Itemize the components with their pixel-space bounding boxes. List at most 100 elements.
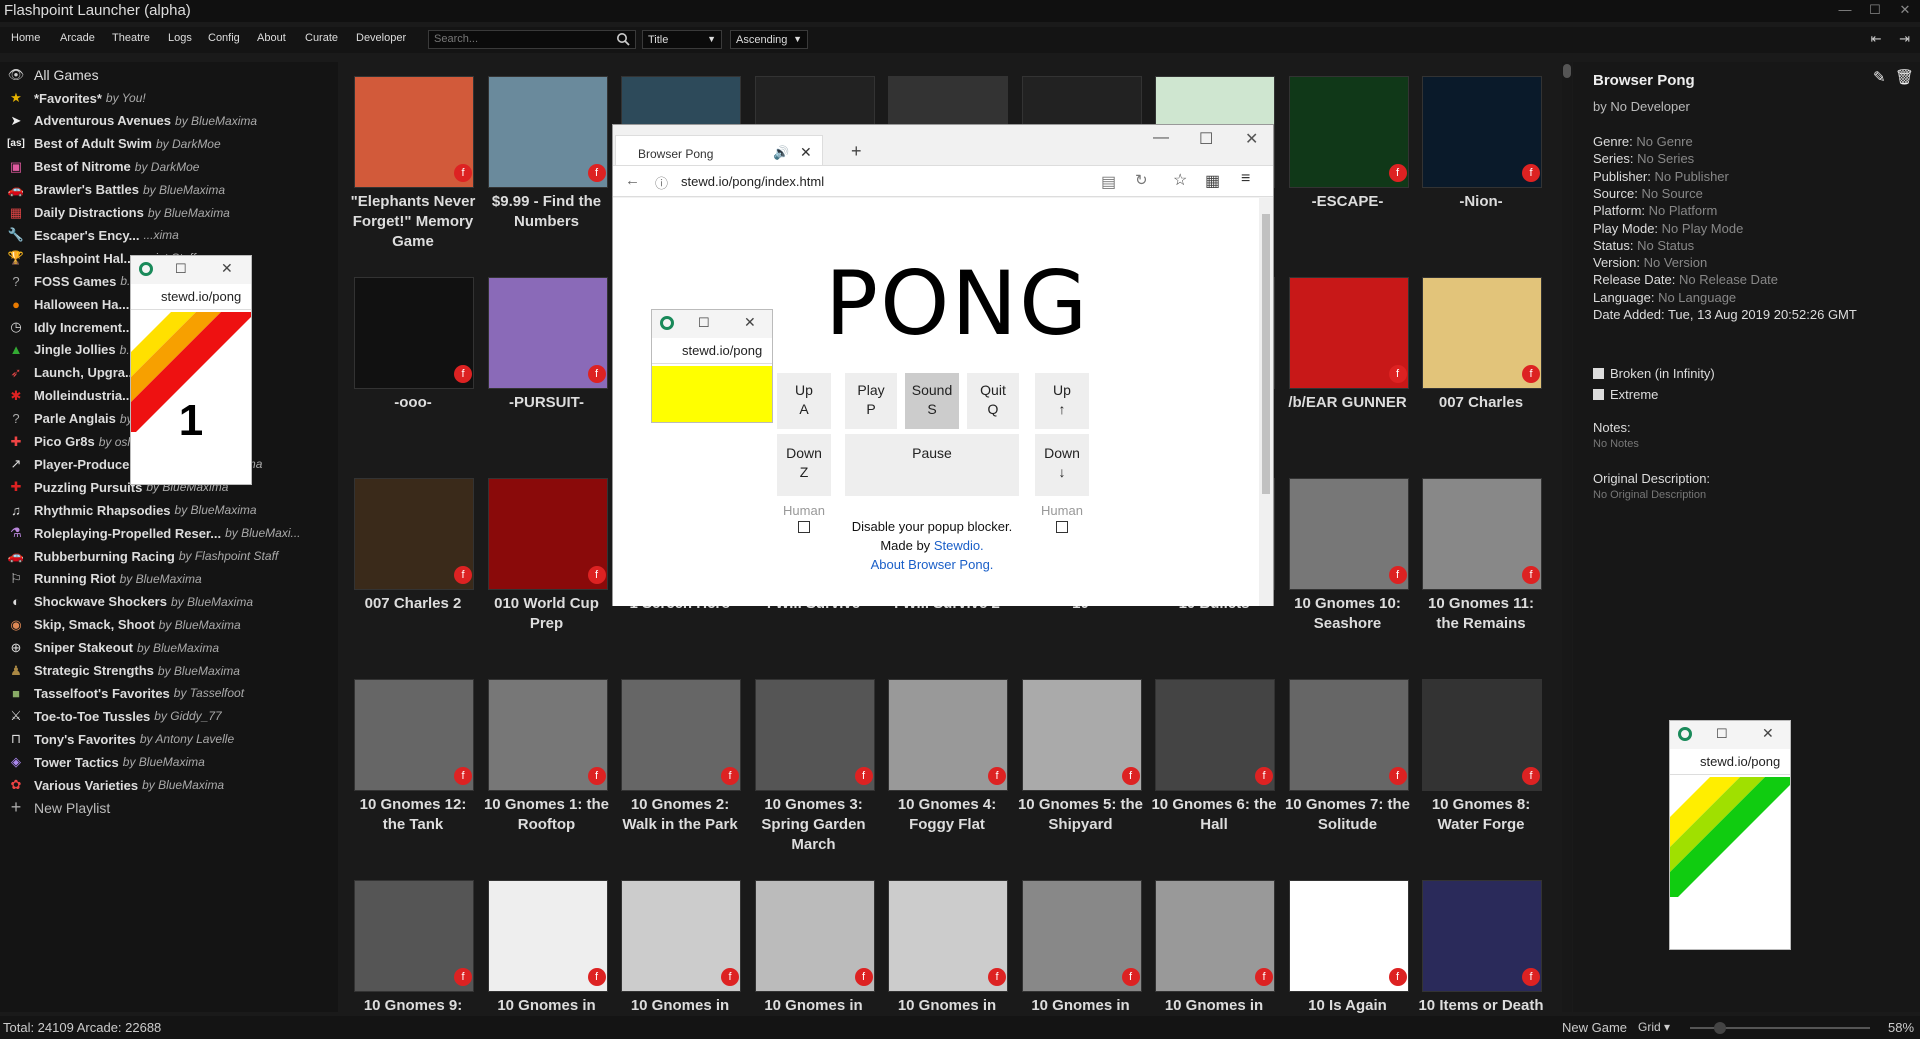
- game-title[interactable]: 007 Charles: [1416, 393, 1546, 413]
- browser-maximize-icon[interactable]: ☐: [1199, 129, 1213, 149]
- game-title[interactable]: 10 Gnomes 1: the Rooftop: [482, 795, 612, 835]
- game-title[interactable]: -PURSUIT-: [482, 393, 612, 413]
- game-title[interactable]: 10 Gnomes 4: Foggy Flat: [882, 795, 1012, 835]
- sort-field-select[interactable]: Title ▼: [642, 30, 722, 49]
- layout-select[interactable]: Grid ▾: [1638, 1020, 1670, 1034]
- popup-url[interactable]: stewd.io/pong: [1670, 749, 1790, 775]
- game-title[interactable]: 10 Gnomes 2: Walk in the Park: [615, 795, 745, 835]
- maximize-button[interactable]: ☐: [1860, 0, 1890, 22]
- field-value[interactable]: No Play Mode: [1662, 221, 1744, 236]
- game-title[interactable]: 10 Gnomes 10: Seashore: [1283, 594, 1413, 634]
- field-value[interactable]: No Platform: [1649, 203, 1718, 218]
- popup-close-icon[interactable]: ✕: [221, 260, 233, 277]
- zoom-slider[interactable]: [1690, 1022, 1870, 1034]
- popup-url[interactable]: stewd.io/pong: [131, 284, 251, 310]
- field-value[interactable]: No Source: [1641, 186, 1702, 201]
- menu-icon[interactable]: ≡: [1241, 170, 1250, 188]
- popup-close-icon[interactable]: ✕: [744, 314, 756, 331]
- delete-icon[interactable]: 🗑: [1895, 68, 1914, 86]
- game-tile[interactable]: f 10 Gnomes 6: the Hall: [1149, 665, 1279, 860]
- game-tile[interactable]: f 010 World Cup Prep: [482, 464, 612, 659]
- game-tile[interactable]: f -ESCAPE-: [1283, 62, 1413, 257]
- notes-value[interactable]: No Notes: [1593, 438, 1639, 450]
- menu-arcade[interactable]: Arcade: [60, 32, 95, 44]
- popup-maximize-icon[interactable]: ☐: [175, 261, 187, 277]
- game-title[interactable]: 10 Gnomes 9:: [348, 996, 478, 1016]
- key-down-left[interactable]: Down Z: [777, 434, 831, 496]
- info-icon[interactable]: ⓘ: [655, 173, 668, 192]
- game-title[interactable]: -ESCAPE-: [1283, 192, 1413, 212]
- left-human-checkbox[interactable]: [798, 521, 810, 533]
- game-tile[interactable]: f 007 Charles 2: [348, 464, 478, 659]
- field-value[interactable]: No Release Date: [1679, 272, 1778, 287]
- game-tile[interactable]: f 10 Gnomes 2: Walk in the Park: [615, 665, 745, 860]
- key-quit[interactable]: Quit Q: [967, 373, 1019, 429]
- game-tile[interactable]: f 10 Gnomes 5: the Shipyard: [1016, 665, 1146, 860]
- game-tile[interactable]: f -Nion-: [1416, 62, 1546, 257]
- key-play[interactable]: Play P: [845, 373, 897, 429]
- game-title[interactable]: 10 Gnomes in: [1016, 996, 1146, 1016]
- game-title[interactable]: 10 Gnomes 6: the Hall: [1149, 795, 1279, 835]
- game-tile[interactable]: f 10 Items or Death: [1416, 866, 1546, 1017]
- game-tile[interactable]: f 007 Charles: [1416, 263, 1546, 458]
- menu-home[interactable]: Home: [11, 32, 40, 44]
- browser-close-icon[interactable]: ✕: [1245, 129, 1258, 149]
- key-pause[interactable]: Pause: [845, 434, 1019, 496]
- key-up-right[interactable]: Up ↑: [1035, 373, 1089, 429]
- close-tab-icon[interactable]: ✕: [800, 144, 812, 161]
- extreme-checkbox[interactable]: Extreme: [1593, 387, 1658, 402]
- popup-maximize-icon[interactable]: ☐: [1716, 726, 1728, 742]
- game-title[interactable]: 010 World Cup Prep: [482, 594, 612, 634]
- reader-icon[interactable]: ▤: [1101, 172, 1116, 192]
- key-up-left[interactable]: Up A: [777, 373, 831, 429]
- search-icon[interactable]: [616, 32, 630, 46]
- field-value[interactable]: No Version: [1644, 255, 1708, 270]
- field-value[interactable]: No Publisher: [1654, 169, 1728, 184]
- game-title[interactable]: 10 Is Again: [1283, 996, 1413, 1016]
- game-tile[interactable]: f 10 Gnomes in: [882, 866, 1012, 1017]
- game-title[interactable]: 10 Gnomes 3: Spring Garden March: [749, 795, 879, 855]
- field-value[interactable]: No Status: [1637, 238, 1694, 253]
- reading-list-icon[interactable]: ▦: [1205, 171, 1220, 191]
- game-tile[interactable]: f 10 Gnomes 12: the Tank: [348, 665, 478, 860]
- bookmark-star-icon[interactable]: ☆: [1173, 170, 1187, 190]
- menu-about[interactable]: About: [257, 32, 286, 44]
- game-tile[interactable]: f 10 Gnomes in: [615, 866, 745, 1017]
- checkbox-box[interactable]: [1593, 368, 1604, 379]
- game-title[interactable]: 10 Gnomes in: [882, 996, 1012, 1016]
- game-title[interactable]: 10 Gnomes 5: the Shipyard: [1016, 795, 1146, 835]
- original-description-value[interactable]: No Original Description: [1593, 489, 1706, 501]
- game-tile[interactable]: f 10 Gnomes in: [749, 866, 879, 1017]
- game-title[interactable]: -Nion-: [1416, 192, 1546, 212]
- game-title[interactable]: 10 Gnomes in: [749, 996, 879, 1016]
- scrollbar-thumb[interactable]: [1563, 64, 1571, 78]
- game-tile[interactable]: f 10 Gnomes in: [1149, 866, 1279, 1017]
- field-value[interactable]: No Genre: [1636, 134, 1692, 149]
- menu-theatre[interactable]: Theatre: [112, 32, 150, 44]
- game-title[interactable]: 007 Charles 2: [348, 594, 478, 614]
- game-title[interactable]: 10 Gnomes in: [482, 996, 612, 1016]
- popup-close-icon[interactable]: ✕: [1762, 725, 1774, 742]
- right-human-checkbox[interactable]: [1056, 521, 1068, 533]
- game-title[interactable]: -ooo-: [348, 393, 478, 413]
- game-tile[interactable]: f 10 Gnomes 9:: [348, 866, 478, 1017]
- about-link[interactable]: About Browser Pong.: [845, 557, 1019, 572]
- new-playlist-button[interactable]: + New Playlist: [6, 795, 331, 821]
- game-title[interactable]: 10 Gnomes 11: the Remains: [1416, 594, 1546, 634]
- menu-developer[interactable]: Developer: [356, 32, 406, 44]
- game-title[interactable]: 10 Gnomes 12: the Tank: [348, 795, 478, 835]
- field-value[interactable]: No Series: [1637, 151, 1694, 166]
- field-value[interactable]: No Language: [1658, 290, 1736, 305]
- key-sound[interactable]: Sound S: [905, 373, 959, 429]
- page-scrollbar[interactable]: [1259, 198, 1273, 606]
- new-tab-icon[interactable]: +: [851, 141, 862, 162]
- game-tile[interactable]: f 10 Gnomes 8: Water Forge: [1416, 665, 1546, 860]
- key-down-right[interactable]: Down ↓: [1035, 434, 1089, 496]
- game-tile[interactable]: f $9.99 - Find the Numbers: [482, 62, 612, 257]
- game-title[interactable]: /b/EAR GUNNER: [1283, 393, 1413, 413]
- page-scrollbar-thumb[interactable]: [1262, 214, 1270, 494]
- menu-config[interactable]: Config: [208, 32, 240, 44]
- reload-icon[interactable]: ↻: [1135, 171, 1148, 189]
- back-icon[interactable]: ←: [625, 172, 640, 189]
- new-game-button[interactable]: New Game: [1562, 1020, 1627, 1035]
